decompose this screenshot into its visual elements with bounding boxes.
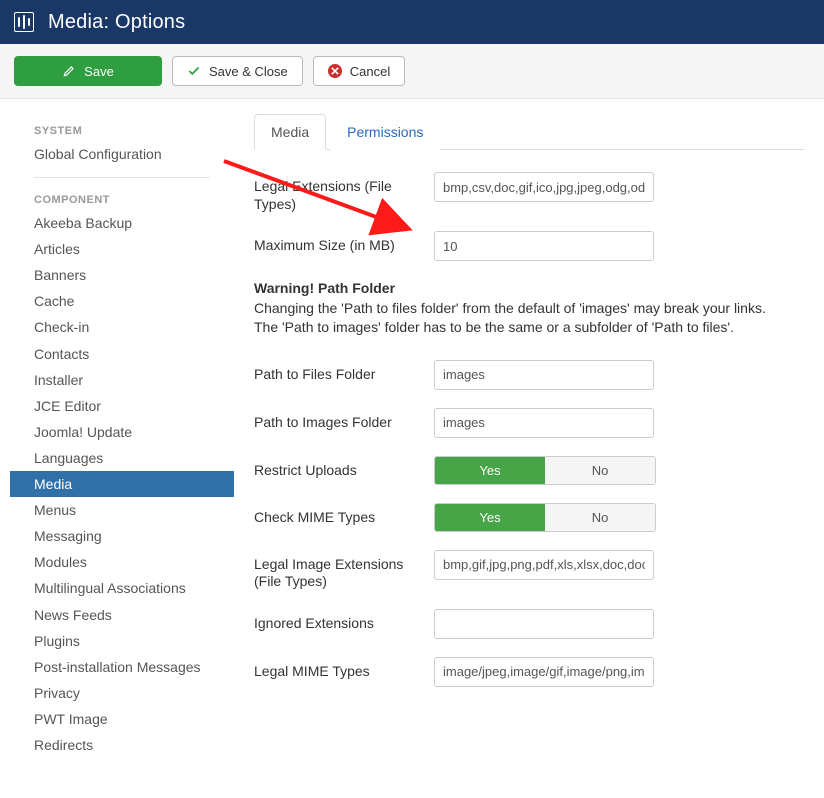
sidebar-item-jce-editor[interactable]: JCE Editor xyxy=(10,393,234,419)
sidebar-item-akeeba-backup[interactable]: Akeeba Backup xyxy=(10,210,234,236)
sidebar-item-menus[interactable]: Menus xyxy=(10,497,234,523)
sidebar-heading-component: COMPONENT xyxy=(10,188,234,210)
tab-permissions[interactable]: Permissions xyxy=(330,114,440,150)
check-mime-toggle[interactable]: Yes No xyxy=(434,503,656,532)
sidebar-item-check-in[interactable]: Check-in xyxy=(10,314,234,340)
sidebar-item-joomla-update[interactable]: Joomla! Update xyxy=(10,419,234,445)
legal-extensions-label: Legal Extensions (File Types) xyxy=(254,172,434,213)
sidebar-item-banners[interactable]: Banners xyxy=(10,262,234,288)
restrict-uploads-label: Restrict Uploads xyxy=(254,456,434,480)
save-button[interactable]: Save xyxy=(14,56,162,86)
sidebar-item-multilingual-associations[interactable]: Multilingual Associations xyxy=(10,575,234,601)
close-icon xyxy=(328,64,342,78)
path-files-label: Path to Files Folder xyxy=(254,360,434,384)
check-icon xyxy=(187,64,201,78)
pencil-icon xyxy=(62,64,76,78)
sidebar-item-modules[interactable]: Modules xyxy=(10,549,234,575)
warning-block: Warning! Path Folder Changing the 'Path … xyxy=(254,279,774,338)
tabs: Media Permissions xyxy=(254,113,804,150)
sidebar-item-messaging[interactable]: Messaging xyxy=(10,523,234,549)
divider xyxy=(34,177,210,178)
form: Legal Extensions (File Types) Maximum Si… xyxy=(254,150,804,687)
sidebar-item-installer[interactable]: Installer xyxy=(10,367,234,393)
content: Media Permissions Legal Extensions (File… xyxy=(234,99,824,798)
save-button-label: Save xyxy=(84,64,114,79)
warning-text: Changing the 'Path to files folder' from… xyxy=(254,299,774,338)
sidebar-heading-system: SYSTEM xyxy=(10,119,234,141)
warning-title: Warning! Path Folder xyxy=(254,279,774,299)
save-close-button[interactable]: Save & Close xyxy=(172,56,303,86)
sidebar-item-redirects[interactable]: Redirects xyxy=(10,732,234,758)
sidebar-item-global-configuration[interactable]: Global Configuration xyxy=(10,141,234,167)
ignored-ext-input[interactable] xyxy=(434,609,654,639)
maximum-size-input[interactable] xyxy=(434,231,654,261)
legal-mime-input[interactable] xyxy=(434,657,654,687)
toggle-no[interactable]: No xyxy=(545,457,655,484)
sidebar-item-articles[interactable]: Articles xyxy=(10,236,234,262)
path-files-input[interactable] xyxy=(434,360,654,390)
equalizer-icon xyxy=(14,12,34,32)
restrict-uploads-toggle[interactable]: Yes No xyxy=(434,456,656,485)
page-header: Media: Options xyxy=(0,0,824,44)
tab-media[interactable]: Media xyxy=(254,114,326,150)
path-images-label: Path to Images Folder xyxy=(254,408,434,432)
legal-image-ext-input[interactable] xyxy=(434,550,654,580)
sidebar-item-news-feeds[interactable]: News Feeds xyxy=(10,602,234,628)
cancel-button[interactable]: Cancel xyxy=(313,56,405,86)
check-mime-label: Check MIME Types xyxy=(254,503,434,527)
cancel-button-label: Cancel xyxy=(350,64,390,79)
ignored-ext-label: Ignored Extensions xyxy=(254,609,434,633)
sidebar: SYSTEM Global Configuration COMPONENT Ak… xyxy=(0,99,234,798)
maximum-size-label: Maximum Size (in MB) xyxy=(254,231,434,255)
sidebar-item-languages[interactable]: Languages xyxy=(10,445,234,471)
toggle-yes[interactable]: Yes xyxy=(435,457,545,484)
sidebar-item-contacts[interactable]: Contacts xyxy=(10,341,234,367)
sidebar-item-plugins[interactable]: Plugins xyxy=(10,628,234,654)
page-title: Media: Options xyxy=(48,11,185,34)
sidebar-item-pwt-image[interactable]: PWT Image xyxy=(10,706,234,732)
path-images-input[interactable] xyxy=(434,408,654,438)
sidebar-item-privacy[interactable]: Privacy xyxy=(10,680,234,706)
save-close-button-label: Save & Close xyxy=(209,64,288,79)
sidebar-item-media[interactable]: Media xyxy=(10,471,234,497)
toggle-no[interactable]: No xyxy=(545,504,655,531)
main: SYSTEM Global Configuration COMPONENT Ak… xyxy=(0,99,824,798)
legal-mime-label: Legal MIME Types xyxy=(254,657,434,681)
sidebar-item-cache[interactable]: Cache xyxy=(10,288,234,314)
toggle-yes[interactable]: Yes xyxy=(435,504,545,531)
legal-image-ext-label: Legal Image Extensions (File Types) xyxy=(254,550,434,591)
legal-extensions-input[interactable] xyxy=(434,172,654,202)
toolbar: Save Save & Close Cancel xyxy=(0,44,824,99)
sidebar-item-post-installation-messages[interactable]: Post-installation Messages xyxy=(10,654,234,680)
